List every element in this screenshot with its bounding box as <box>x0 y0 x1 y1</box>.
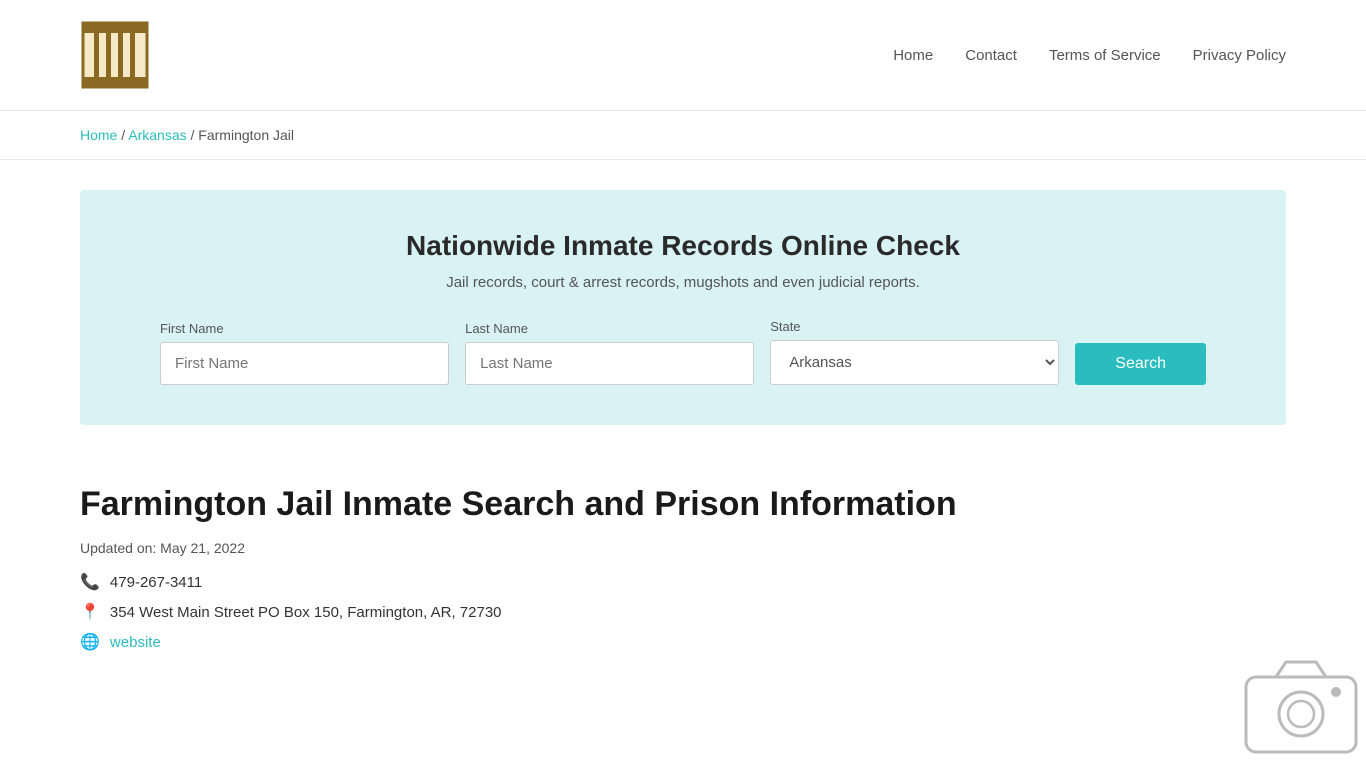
search-banner-title: Nationwide Inmate Records Online Check <box>160 230 1206 262</box>
state-select[interactable]: Arkansas Alabama Alaska Arizona Californ… <box>770 340 1059 385</box>
search-banner: Nationwide Inmate Records Online Check J… <box>80 190 1286 425</box>
site-header: Home Contact Terms of Service Privacy Po… <box>0 0 1366 111</box>
last-name-input[interactable] <box>465 342 754 385</box>
breadcrumb-state[interactable]: Arkansas <box>128 127 186 143</box>
address-text: 354 West Main Street PO Box 150, Farming… <box>110 604 502 621</box>
updated-date: Updated on: May 21, 2022 <box>80 540 1286 556</box>
phone-row: 📞 479-267-3411 <box>80 572 1286 592</box>
phone-icon: 📞 <box>80 572 100 592</box>
main-nav: Home Contact Terms of Service Privacy Po… <box>893 47 1286 64</box>
camera-icon <box>1236 647 1366 757</box>
nav-contact[interactable]: Contact <box>965 47 1017 64</box>
first-name-group: First Name <box>160 321 449 385</box>
jail-logo-icon <box>80 20 150 90</box>
camera-placeholder <box>1236 647 1366 762</box>
state-group: State Arkansas Alabama Alaska Arizona Ca… <box>770 319 1059 385</box>
nav-terms[interactable]: Terms of Service <box>1049 47 1161 64</box>
nav-privacy[interactable]: Privacy Policy <box>1193 47 1286 64</box>
website-row: 🌐 website <box>80 632 1286 652</box>
breadcrumb-current: Farmington Jail <box>198 127 294 143</box>
last-name-label: Last Name <box>465 321 754 336</box>
first-name-label: First Name <box>160 321 449 336</box>
nav-home[interactable]: Home <box>893 47 933 64</box>
website-link[interactable]: website <box>110 634 161 651</box>
breadcrumb: Home / Arkansas / Farmington Jail <box>0 111 1366 160</box>
breadcrumb-home[interactable]: Home <box>80 127 117 143</box>
search-banner-subtitle: Jail records, court & arrest records, mu… <box>160 274 1206 291</box>
first-name-input[interactable] <box>160 342 449 385</box>
location-icon: 📍 <box>80 602 100 622</box>
globe-icon: 🌐 <box>80 632 100 652</box>
address-row: 📍 354 West Main Street PO Box 150, Farmi… <box>80 602 1286 622</box>
page-title: Farmington Jail Inmate Search and Prison… <box>80 485 1286 524</box>
phone-number: 479-267-3411 <box>110 574 202 591</box>
logo[interactable] <box>80 20 150 90</box>
last-name-group: Last Name <box>465 321 754 385</box>
main-content: Farmington Jail Inmate Search and Prison… <box>0 455 1366 702</box>
state-label: State <box>770 319 1059 334</box>
search-button[interactable]: Search <box>1075 343 1206 385</box>
search-form: First Name Last Name State Arkansas Alab… <box>160 319 1206 385</box>
